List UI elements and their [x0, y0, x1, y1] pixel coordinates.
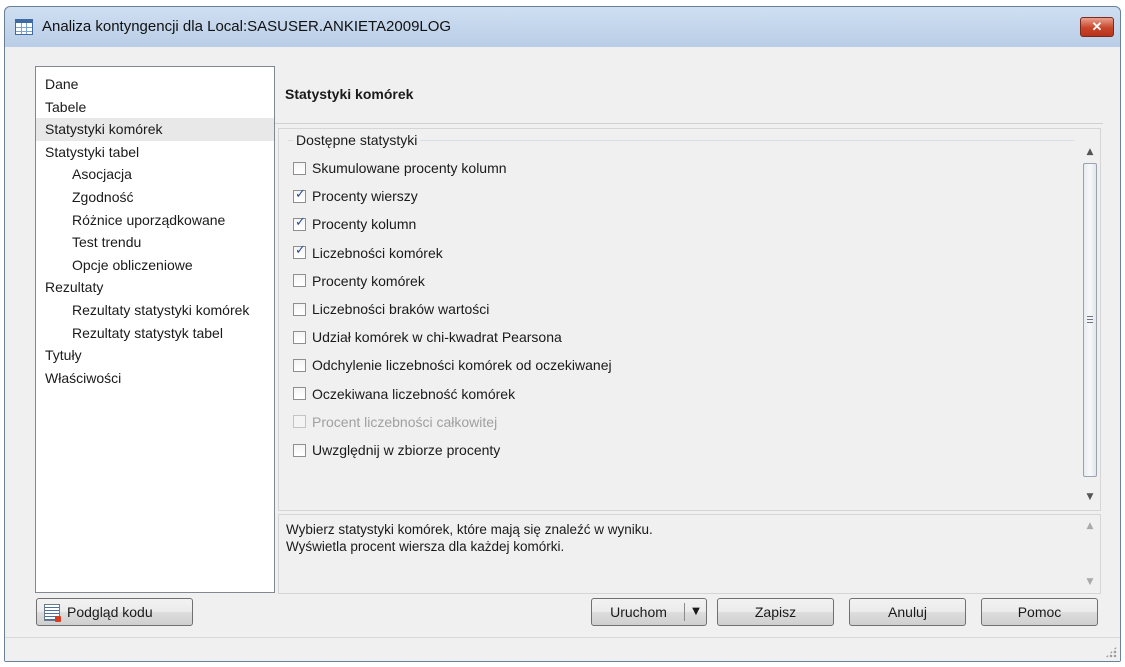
status-bar: [5, 637, 1120, 661]
statistic-option[interactable]: Liczebności komórek: [293, 243, 443, 263]
nav-item[interactable]: Opcje obliczeniowe: [36, 254, 274, 277]
checkbox-label: Oczekiwana liczebność komórek: [312, 385, 516, 402]
resize-grip-icon[interactable]: [1105, 646, 1117, 658]
scroll-down-icon[interactable]: ▼: [1080, 573, 1100, 591]
nav-item[interactable]: Zgodność: [36, 186, 274, 209]
scroll-thumb[interactable]: [1083, 163, 1097, 477]
checkbox-label: Procenty kolumn: [312, 216, 417, 233]
grip-icon: [1087, 316, 1093, 323]
statistics-scrollbar[interactable]: ▲ ▼: [1080, 129, 1100, 510]
checkbox-label: Procenty komórek: [312, 272, 425, 289]
window-title: Analiza kontyngencji dla Local:SASUSER.A…: [42, 18, 452, 35]
statistic-option[interactable]: Procenty wierszy: [293, 186, 418, 206]
checkbox-label: Udział komórek w chi-kwadrat Pearsona: [312, 329, 562, 346]
checkbox[interactable]: [293, 330, 306, 344]
close-button[interactable]: ✕: [1080, 17, 1114, 37]
nav-item[interactable]: Różnice uporządkowane: [36, 209, 274, 232]
checkbox[interactable]: [293, 161, 306, 175]
checkbox[interactable]: [293, 215, 306, 231]
run-label: Uruchom: [610, 604, 667, 620]
checkbox: [293, 415, 306, 429]
run-split-divider: [684, 603, 685, 621]
checkbox[interactable]: [293, 243, 306, 260]
title-divider: [275, 123, 1103, 124]
statistic-option[interactable]: Uwzględnij w zbiorze procenty: [293, 440, 500, 460]
dropdown-arrow-icon[interactable]: ▼: [688, 599, 704, 625]
nav-item[interactable]: Rezultaty statystyk tabel: [36, 322, 274, 345]
help-button[interactable]: Pomoc: [981, 598, 1098, 626]
nav-item[interactable]: Rezultaty statystyki komórek: [36, 299, 274, 322]
nav-item[interactable]: Tytuły: [36, 344, 274, 367]
statistic-option[interactable]: Procenty kolumn: [293, 214, 416, 234]
nav-item[interactable]: Asocjacja: [36, 163, 274, 186]
description-panel: Wybierz statystyki komórek, które mają s…: [278, 514, 1101, 594]
scroll-up-icon[interactable]: ▲: [1080, 517, 1100, 535]
nav-item[interactable]: Statystyki tabel: [36, 141, 274, 164]
checkbox-label: Odchylenie liczebności komórek od oczeki…: [312, 357, 612, 374]
scroll-down-icon[interactable]: ▼: [1080, 488, 1100, 506]
navigation-tree: Dane Tabele Statystyki komórek Statystyki t…: [35, 66, 275, 593]
available-statistics-group: Dostępne statystyki Skumulowane procenty…: [288, 132, 1074, 511]
statistic-option[interactable]: Liczebności braków wartości: [293, 299, 489, 319]
title-bar[interactable]: Analiza kontyngencji dla Local:SASUSER.A…: [5, 7, 1120, 47]
nav-item[interactable]: Statystyki komórek: [36, 118, 274, 141]
statistic-option[interactable]: Procenty komórek: [293, 271, 425, 291]
statistic-option[interactable]: Udział komórek w chi-kwadrat Pearsona: [293, 327, 562, 347]
checkbox[interactable]: [293, 443, 306, 457]
checkbox[interactable]: [293, 302, 306, 316]
cancel-button[interactable]: Anuluj: [849, 598, 966, 626]
group-label: Dostępne statystyki: [293, 132, 421, 148]
statistics-panel: Dostępne statystyki Skumulowane procenty…: [278, 128, 1101, 511]
checkbox-label: Liczebności komórek: [312, 244, 443, 261]
scroll-up-icon[interactable]: ▲: [1080, 143, 1100, 161]
code-preview-button[interactable]: Podgląd kodu: [36, 598, 193, 626]
nav-item[interactable]: Tabele: [36, 96, 274, 119]
dialog-client: Dane Tabele Statystyki komórek Statystyki t…: [5, 47, 1120, 661]
nav-item[interactable]: Właściwości: [36, 367, 274, 390]
run-button[interactable]: Uruchom ▼: [591, 598, 707, 626]
description-scrollbar[interactable]: ▲ ▼: [1080, 515, 1100, 593]
description-line: Wybierz statystyki komórek, które mają s…: [286, 522, 653, 537]
checkbox-label: Procenty wierszy: [312, 188, 418, 205]
statistic-option: Procent liczebności całkowitej: [293, 412, 497, 432]
checkbox[interactable]: [293, 274, 306, 288]
description-line: Wyświetla procent wiersza dla każdej kom…: [286, 539, 565, 554]
description-text: Wybierz statystyki komórek, które mają s…: [286, 521, 653, 555]
nav-item[interactable]: Dane: [36, 73, 274, 96]
save-button[interactable]: Zapisz: [717, 598, 834, 626]
statistic-option[interactable]: Oczekiwana liczebność komórek: [293, 384, 515, 404]
code-preview-label: Podgląd kodu: [67, 604, 153, 620]
code-preview-icon: [44, 604, 61, 622]
page-title: Statystyki komórek: [285, 86, 414, 102]
checkbox[interactable]: [293, 187, 306, 203]
checkbox-label: Skumulowane procenty kolumn: [312, 160, 507, 176]
dialog-window: Analiza kontyngencji dla Local:SASUSER.A…: [4, 6, 1121, 662]
checkbox-label: Liczebności braków wartości: [312, 301, 490, 317]
checkbox-label: Uwzględnij w zbiorze procenty: [312, 442, 501, 458]
checkbox-label: Procent liczebności całkowitej: [312, 413, 498, 430]
nav-item[interactable]: Test trendu: [36, 231, 274, 254]
statistic-option[interactable]: Skumulowane procenty kolumn: [293, 158, 507, 178]
checkbox[interactable]: [293, 387, 306, 401]
table-icon: [15, 19, 33, 35]
checkbox[interactable]: [293, 358, 306, 372]
nav-item[interactable]: Rezultaty: [36, 276, 274, 299]
statistic-option[interactable]: Odchylenie liczebności komórek od oczeki…: [293, 355, 612, 375]
